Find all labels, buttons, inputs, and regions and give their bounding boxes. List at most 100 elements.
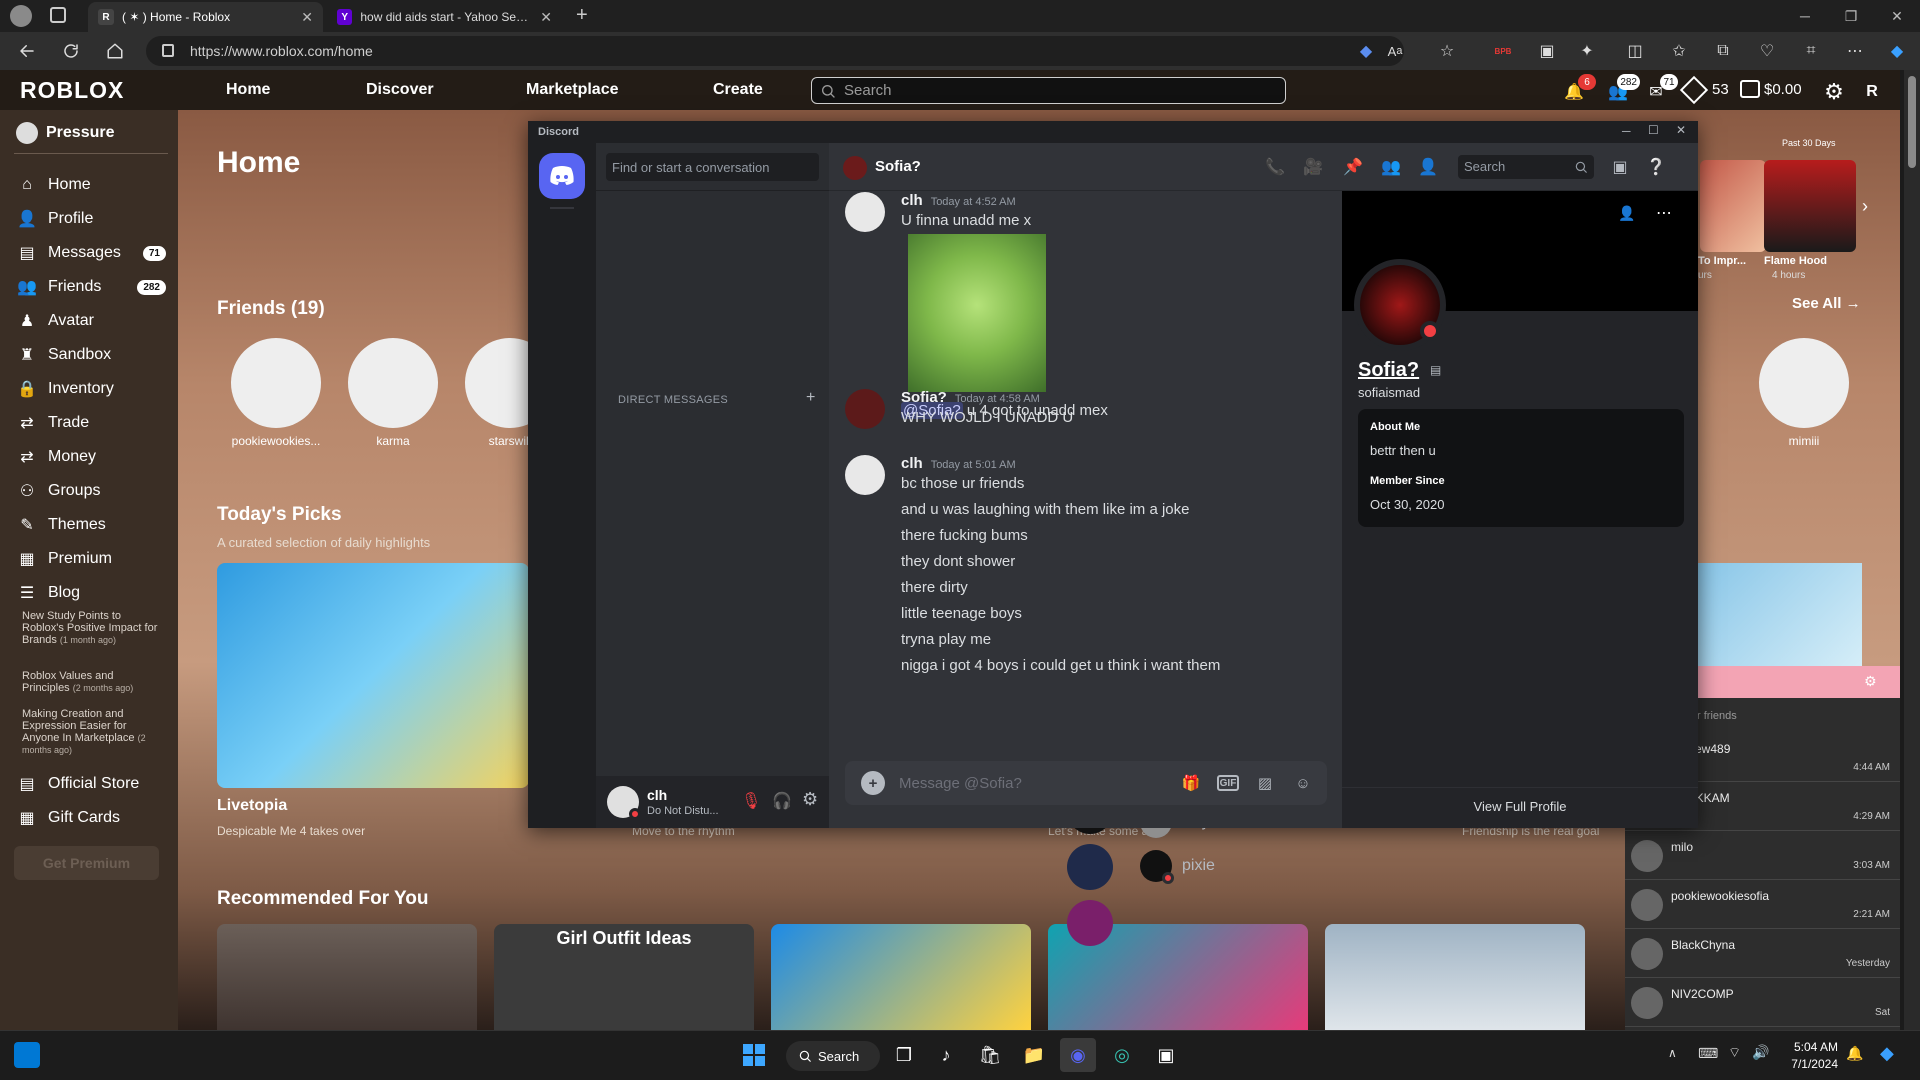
copilot-taskbar-icon[interactable]: ◆ <box>1880 1043 1894 1064</box>
add-attachment-icon[interactable]: + <box>861 771 885 795</box>
gift-icon[interactable]: 🎁 <box>1179 771 1203 795</box>
video-call-icon[interactable]: 🎥 <box>1301 155 1325 179</box>
sidebar-item-themes[interactable]: ✎ Themes <box>16 512 166 538</box>
see-all-link[interactable]: See All → <box>1792 295 1861 312</box>
split-screen-icon[interactable]: ◫ <box>1622 38 1648 64</box>
roblox-search-input[interactable]: Search <box>811 77 1286 104</box>
find-conversation-input[interactable]: Find or start a conversation <box>606 153 819 181</box>
widgets-icon[interactable] <box>14 1042 40 1068</box>
avatar[interactable] <box>845 455 885 495</box>
note-icon[interactable]: ▤ <box>1430 363 1441 377</box>
image-caterpillar[interactable] <box>908 234 1046 392</box>
sticker-icon[interactable]: ▨ <box>1253 771 1277 795</box>
gif-icon[interactable]: GIF <box>1217 775 1239 791</box>
sidebar-item-groups[interactable]: ⚇ Groups <box>16 478 166 504</box>
balance-amount[interactable]: $0.00 <box>1764 81 1802 98</box>
pick-card-image[interactable] <box>217 563 529 788</box>
chat-add-icon[interactable]: ⚙ <box>1864 673 1877 690</box>
pick-card-image[interactable] <box>1698 563 1862 668</box>
tab-roblox-home[interactable]: R ( ✶ ) Home - Roblox ✕ <box>88 2 323 32</box>
tab-yahoo-search[interactable]: Y how did aids start - Yahoo Search ✕ <box>327 2 562 32</box>
task-view-icon[interactable]: ❐ <box>886 1038 922 1072</box>
chat-conversation-row[interactable]: milo 3:03 AM <box>1625 832 1900 880</box>
clock-date[interactable]: 7/1/2024 <box>1784 1057 1838 1071</box>
sidebar-item-money[interactable]: ⇄ Money <box>16 444 166 470</box>
sidebar-item-home[interactable]: ⌂ Home <box>16 172 166 198</box>
game-title[interactable]: To Impr... <box>1698 255 1746 267</box>
pick-card-title[interactable]: Livetopia <box>217 797 287 815</box>
wifi-icon[interactable]: ⌔ <box>1728 1044 1741 1062</box>
sidebar-item-blog[interactable]: ☰ Blog <box>16 580 166 606</box>
blog-post[interactable]: Roblox Values and Principles (2 months a… <box>22 670 162 694</box>
roblox-extension-icon[interactable]: R <box>1858 78 1886 106</box>
sidebar-item-friends[interactable]: 👥 Friends 282 <box>16 274 166 300</box>
favorites-icon[interactable]: ✩ <box>1666 38 1692 64</box>
profile-display-name[interactable]: Sofia? <box>1358 359 1419 382</box>
page-scrollbar[interactable] <box>1904 70 1920 1030</box>
read-aloud-icon[interactable]: Aa <box>1382 38 1408 64</box>
user-profile-icon[interactable]: 👤 <box>1416 155 1440 179</box>
user-settings-icon[interactable]: ⚙ <box>802 789 818 810</box>
friends-nav-icon[interactable]: 👥 282 <box>1604 74 1640 106</box>
sidebar-item-sandbox[interactable]: ♜ Sandbox <box>16 342 166 368</box>
recommended-game-tile[interactable] <box>1325 924 1585 1030</box>
chat-conversation-row[interactable]: pookiewookiesofia 2:21 AM <box>1625 881 1900 929</box>
chat-conversation-row[interactable]: NIV2COMP Sat <box>1625 979 1900 1027</box>
show-hidden-icons[interactable]: ∧ <box>1668 1046 1677 1060</box>
back-icon[interactable] <box>12 37 42 65</box>
avatar[interactable] <box>845 192 885 232</box>
user-name[interactable]: clh <box>647 787 667 803</box>
close-icon[interactable]: ✕ <box>301 9 313 26</box>
friend-status-icon[interactable]: 👤 <box>1618 205 1635 222</box>
url-field[interactable]: https://www.roblox.com/home <box>146 36 1404 66</box>
copilot-icon[interactable]: ◆ <box>1884 38 1910 64</box>
browser-essentials-icon[interactable]: ♡ <box>1754 38 1780 64</box>
extension-bpb-icon[interactable]: BPB <box>1490 38 1516 64</box>
chat-conversation-row[interactable]: BlackChyna Yesterday <box>1625 930 1900 978</box>
game-thumbnail[interactable] <box>1764 160 1856 252</box>
user-avatar[interactable] <box>607 786 641 820</box>
maximize-button[interactable]: ☐ <box>1648 123 1659 137</box>
dm-row[interactable]: pixie <box>1132 845 1356 887</box>
file-explorer-icon[interactable]: 📁 <box>1016 1038 1052 1072</box>
server-icon[interactable] <box>1067 900 1113 946</box>
range-filter[interactable]: Past 30 Days <box>1782 138 1836 148</box>
keyboard-icon[interactable]: ⌨ <box>1698 1045 1718 1062</box>
app-icon[interactable]: ▣ <box>1148 1038 1184 1072</box>
nav-discover[interactable]: Discover <box>366 81 434 99</box>
new-tab-button[interactable]: + <box>576 4 588 27</box>
tab-actions-icon[interactable] <box>50 7 66 23</box>
create-dm-icon[interactable]: + <box>806 389 815 407</box>
inbox-icon[interactable]: ▣ <box>1608 155 1632 179</box>
tiktok-icon[interactable]: ♪ <box>928 1038 964 1072</box>
view-full-profile-button[interactable]: View Full Profile <box>1342 799 1698 814</box>
game-title[interactable]: Flame Hood <box>1764 255 1827 267</box>
nav-home[interactable]: Home <box>226 81 270 99</box>
close-window-button[interactable]: ✕ <box>1874 0 1920 32</box>
home-icon[interactable] <box>100 37 130 65</box>
roblox-logo[interactable]: ROBLOX <box>20 77 124 104</box>
sidebar-item-messages[interactable]: ▤ Messages 71 <box>16 240 166 266</box>
profile-avatar[interactable] <box>1354 259 1446 351</box>
sidebar-item-avatar[interactable]: ♟ Avatar <box>16 308 166 334</box>
message-author[interactable]: Sofia? Today at 4:58 AM <box>901 389 1040 406</box>
settings-gear-icon[interactable]: ⚙ <box>1820 78 1848 106</box>
favorite-star-icon[interactable]: ☆ <box>1434 38 1460 64</box>
extensions-puzzle-icon[interactable]: ✦ <box>1574 38 1600 64</box>
collections-icon[interactable]: ⧉ <box>1710 38 1736 64</box>
robux-count[interactable]: 53 <box>1712 81 1729 98</box>
sidebar-item-official-store[interactable]: ▤ Official Store <box>16 771 139 797</box>
menu-dots-icon[interactable]: ⋯ <box>1842 38 1868 64</box>
close-icon[interactable]: ✕ <box>540 9 552 26</box>
minimize-button[interactable]: ─ <box>1622 124 1631 138</box>
emoji-icon[interactable]: ☺ <box>1291 771 1315 795</box>
game-thumbnail[interactable] <box>1700 160 1766 252</box>
clock-time[interactable]: 5:04 AM <box>1790 1040 1838 1054</box>
recommended-game-tile[interactable] <box>771 924 1031 1030</box>
tracker-icon[interactable]: ◆ <box>1353 38 1379 64</box>
more-options-icon[interactable]: ⋯ <box>1656 203 1672 223</box>
sidebar-item-gift-cards[interactable]: ▦ Gift Cards <box>16 805 120 831</box>
sidebar-item-premium[interactable]: ▦ Premium <box>16 546 166 572</box>
header-search-input[interactable]: Search <box>1458 155 1594 179</box>
messages-nav-icon[interactable]: ✉ 71 <box>1642 74 1678 106</box>
